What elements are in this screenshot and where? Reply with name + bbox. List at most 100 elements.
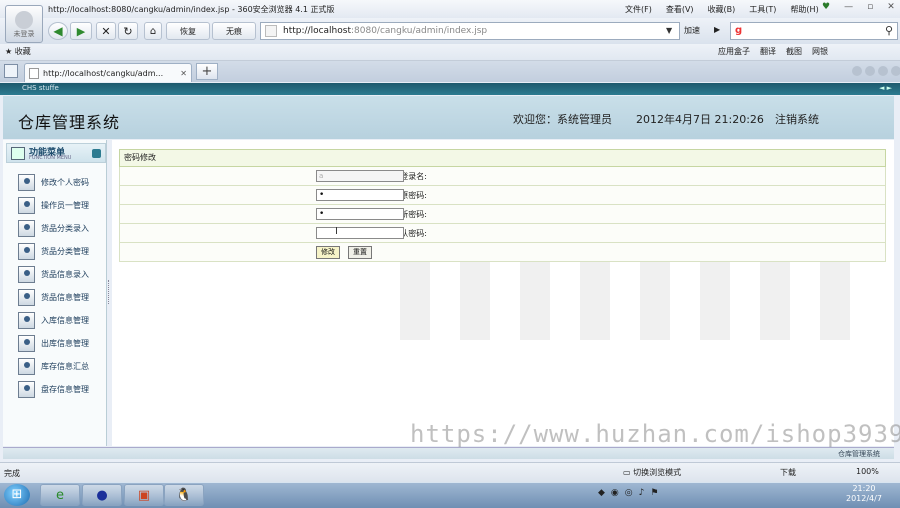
tray-shield-icon[interactable]: ◎ [625,488,633,498]
switch-mode-label: 切换浏览模式 [633,468,682,477]
start-button[interactable]: ⊞ [4,484,30,506]
new-password-field[interactable]: • [316,208,404,220]
form-row-username: 登录名: a [119,167,886,186]
datetime-text: 2012年4月7日 21:20:26 [636,113,764,126]
sidebar-item-goods-manage[interactable]: 货品信息管理 [18,288,89,306]
search-input[interactable]: g ⚲ [730,22,898,40]
incognito-button[interactable]: 无痕 [212,22,256,40]
user-icon [18,311,35,329]
logout-link[interactable]: 注销系统 [775,111,819,127]
refresh-icon: ↻ [123,24,133,38]
menu-file[interactable]: 文件(F) [625,4,652,15]
chevron-down-icon[interactable]: ▼ [666,26,672,35]
taskbar-clock[interactable]: 21:20 2012/4/7 [846,484,882,504]
tab-prev-icon[interactable] [852,66,862,76]
sidebar-item-label: 库存信息汇总 [41,361,89,371]
minimize-button[interactable]: — [844,2,853,12]
netbank-button[interactable]: 网银 [812,46,828,57]
footer-text: 仓库管理系统 [838,450,880,458]
tab-next-icon[interactable] [865,66,875,76]
taskbar-app-toolbox[interactable]: ▣ [124,484,164,506]
menu-view[interactable]: 查看(V) [666,4,694,15]
restore-button[interactable]: 恢复 [166,22,210,40]
menu-favorites[interactable]: 收藏(B) [708,4,736,15]
user-icon [18,357,35,375]
sidebar-subtitle: FUNCTION MENU [29,155,72,161]
switch-mode-button[interactable]: ▭ 切换浏览模式 [623,467,681,478]
collapse-icon[interactable] [92,149,101,158]
reset-button[interactable]: 重置 [348,246,372,259]
sidebar-item-outbound-manage[interactable]: 出库信息管理 [18,334,89,352]
app-box-button[interactable]: 应用盒子 [718,46,750,57]
status-text: 完成 [4,469,20,478]
address-bar[interactable]: http://localhost:8080/cangku/admin/index… [260,22,680,40]
sidebar-item-stock-summary[interactable]: 库存信息汇总 [18,357,89,375]
heart-icon[interactable]: ♥ [822,2,830,12]
sidebar-item-operator-manage[interactable]: 操作员一管理 [18,196,89,214]
maximize-button[interactable]: ▫ [867,2,873,12]
home-icon: ⌂ [149,25,157,37]
confirm-password-field[interactable] [316,227,404,239]
favorites-button[interactable]: ★ 收藏 [5,46,31,57]
sidebar-item-label: 货品分类录入 [41,223,89,233]
search-engine-icon[interactable]: g [735,25,742,36]
tab-active[interactable]: http://localhost/cangku/adm... ✕ [24,63,192,82]
forward-button[interactable]: ▶ [70,22,92,40]
tray-flag-icon[interactable]: ⚑ [650,488,658,498]
close-icon[interactable]: ✕ [180,69,187,78]
form-row-buttons: 修改 重置 [119,243,886,262]
app-top-strip: CHS stuffe ◄ ► [0,83,900,95]
back-button[interactable]: ◀ [48,22,68,40]
translate-button[interactable]: 翻译 [760,46,776,57]
sidebar-item-inbound-manage[interactable]: 入库信息管理 [18,311,89,329]
old-password-field[interactable]: • [316,189,404,201]
form-row-confirm-password: 确认密码: I [119,224,886,243]
splitter-handle[interactable] [108,280,111,304]
new-tab-button[interactable]: + [196,63,218,80]
url-path: :8080/cangku/admin/index.jsp [350,26,488,36]
search-icon[interactable]: ⚲ [885,24,893,37]
taskbar-app-360browser[interactable]: e [40,484,80,506]
sidebar-item-change-password[interactable]: 修改个人密码 [18,173,89,191]
user-avatar[interactable]: 未登录 [5,5,43,43]
taskbar-app-qq[interactable]: 🐧 [164,484,204,506]
close-button[interactable]: ✕ [887,2,895,12]
tab-menu-icon[interactable] [878,66,888,76]
username-field[interactable]: a [316,170,404,182]
download-button[interactable]: 下载 [780,467,796,478]
stop-button[interactable]: ✕ [96,22,116,40]
go-button[interactable]: ▶ [714,25,720,34]
browser-menu-bar: 文件(F) 查看(V) 收藏(B) 工具(T) 帮助(H) [625,4,819,15]
menu-tools[interactable]: 工具(T) [749,4,776,15]
sidebar-item-inventory-manage[interactable]: 盘存信息管理 [18,380,89,398]
tray-network-icon[interactable]: ◉ [611,488,619,498]
zoom-level[interactable]: 100% [856,467,879,476]
refresh-button[interactable]: ↻ [118,22,138,40]
page-icon [29,67,39,79]
user-icon [18,265,35,283]
window-title: http://localhost:8080/cangku/admin/index… [48,5,335,14]
sidebar-item-goods-entry[interactable]: 货品信息录入 [18,265,89,283]
home-button[interactable]: ⌂ [144,22,162,40]
restore-label: 恢复 [180,26,196,36]
user-icon [18,334,35,352]
tab-title: http://localhost/cangku/adm... [43,68,164,78]
sidebar-toggle-icon[interactable] [4,64,18,78]
screenshot-button[interactable]: 截图 [786,46,802,57]
avatar-icon [15,11,33,29]
tray-volume-icon[interactable]: ♪ [639,488,645,498]
old-password-label: 原密码: [400,191,427,200]
speed-up-button[interactable]: 加速 [684,25,700,36]
calendar-icon [11,147,25,160]
sidebar-item-category-manage[interactable]: 货品分类管理 [18,242,89,260]
strip-arrows[interactable]: ◄ ► [879,84,892,92]
submit-button[interactable]: 修改 [316,246,340,259]
back-arrow-icon: ◀ [53,24,63,38]
sidebar-item-category-entry[interactable]: 货品分类录入 [18,219,89,237]
system-tray: ◆ ◉ ◎ ♪ ⚑ [598,488,658,498]
menu-help[interactable]: 帮助(H) [790,4,818,15]
taskbar-app-eclipse[interactable]: ● [82,484,122,506]
tray-qq-icon[interactable]: ◆ [598,488,605,498]
user-icon [18,173,35,191]
tab-close-icon[interactable] [891,66,900,76]
